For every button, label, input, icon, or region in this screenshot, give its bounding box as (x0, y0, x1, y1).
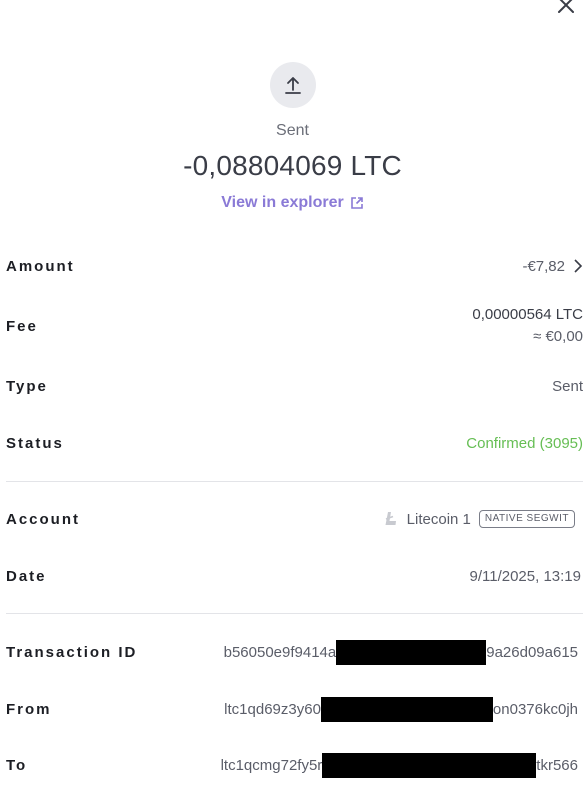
redaction-block (322, 752, 537, 778)
date-label: Date (6, 567, 47, 585)
to-address-prefix: ltc1qcmg72fy5r (220, 756, 323, 774)
divider (6, 613, 583, 614)
status-value: Confirmed (3095) (466, 434, 583, 452)
amount-row: Amount -€7,82 (6, 254, 583, 278)
from-address-suffix: on0376kc0jh (492, 700, 578, 718)
account-row: Account Litecoin 1 NATIVE SEGWIT (6, 507, 583, 531)
fee-value-group: 0,00000564 LTC ≈ €0,00 (472, 304, 583, 348)
status-row: Status Confirmed (3095) (6, 431, 583, 455)
view-in-explorer-link[interactable]: View in explorer (221, 194, 363, 212)
status-label: Status (6, 434, 64, 452)
transaction-id-prefix: b56050e9f9414a (223, 643, 337, 661)
type-row: Type Sent (6, 374, 583, 398)
to-label: To (6, 756, 28, 774)
account-name: Litecoin 1 (406, 510, 471, 528)
fee-fiat-value: ≈ €0,00 (533, 328, 583, 345)
external-link-icon (350, 197, 363, 209)
arrow-up-icon (284, 77, 301, 94)
close-icon (558, 0, 574, 13)
transaction-id-value[interactable]: b56050e9f9414a 9a26d09a615 (223, 639, 578, 665)
transaction-id-suffix: 9a26d09a615 (486, 643, 578, 661)
account-label: Account (6, 510, 80, 528)
divider (6, 481, 583, 482)
fee-label: Fee (6, 317, 38, 335)
redaction-block (320, 696, 493, 722)
fee-row: Fee 0,00000564 LTC ≈ €0,00 (6, 304, 583, 348)
to-address[interactable]: ltc1qcmg72fy5r tkr566 (220, 752, 578, 778)
type-value: Sent (552, 377, 583, 395)
fee-value: 0,00000564 LTC (472, 306, 583, 323)
account-type-badge: NATIVE SEGWIT (478, 510, 575, 528)
chevron-right-icon (574, 259, 583, 273)
amount-label: Amount (6, 257, 75, 275)
account-value-group[interactable]: Litecoin 1 NATIVE SEGWIT (383, 510, 583, 528)
operation-type-icon (269, 62, 316, 108)
transaction-id-label: Transaction ID (6, 643, 138, 661)
operation-summary: Sent -0,08804069 LTC View in explorer (0, 62, 585, 212)
from-address[interactable]: ltc1qd69z3y60 on0376kc0jh (224, 696, 578, 722)
date-row: Date 9/11/2025, 13:19 (6, 564, 583, 588)
close-button[interactable] (553, 0, 579, 18)
from-label: From (6, 700, 52, 718)
operation-amount: -0,08804069 LTC (183, 150, 402, 181)
operation-type-label: Sent (276, 122, 309, 139)
transaction-id-row: Transaction ID b56050e9f9414a 9a26d09a61… (6, 639, 583, 665)
redaction-block (336, 639, 487, 665)
to-row: To ltc1qcmg72fy5r tkr566 (6, 752, 583, 778)
from-row: From ltc1qd69z3y60 on0376kc0jh (6, 696, 583, 722)
to-address-suffix: tkr566 (536, 756, 578, 774)
litecoin-icon (385, 512, 396, 525)
amount-value: -€7,82 (522, 257, 565, 275)
type-label: Type (6, 377, 48, 395)
amount-countervalue[interactable]: -€7,82 (522, 258, 583, 275)
from-address-prefix: ltc1qd69z3y60 (224, 700, 321, 718)
explorer-link-label: View in explorer (221, 194, 344, 211)
date-value: 9/11/2025, 13:19 (469, 567, 582, 585)
